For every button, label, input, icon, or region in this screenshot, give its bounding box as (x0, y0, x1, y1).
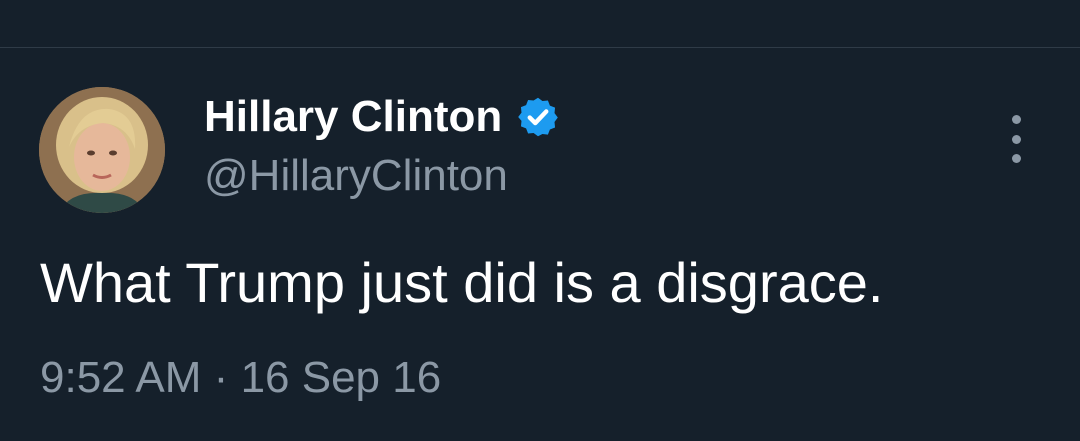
tweet-time[interactable]: 9:52 AM (40, 353, 201, 402)
avatar[interactable] (39, 87, 165, 213)
display-name[interactable]: Hillary Clinton (204, 92, 502, 142)
author-name-row[interactable]: Hillary Clinton (204, 92, 560, 142)
verified-badge-icon (518, 97, 559, 137)
more-dot (1011, 115, 1021, 124)
top-divider (0, 47, 1080, 48)
tweet-view: Hillary Clinton @HillaryClinton What Tru… (0, 0, 1080, 441)
author-handle[interactable]: @HillaryClinton (204, 150, 508, 202)
tweet-timestamp[interactable]: 9:52 AM · 16 Sep 16 (40, 350, 441, 406)
tweet-text: What Trump just did is a disgrace. (40, 251, 884, 314)
more-dot (1011, 134, 1021, 144)
more-options-icon[interactable] (998, 115, 1034, 163)
tweet-date[interactable]: 16 Sep 16 (241, 353, 442, 402)
more-dot (1011, 154, 1021, 163)
timestamp-separator: · (213, 353, 229, 402)
